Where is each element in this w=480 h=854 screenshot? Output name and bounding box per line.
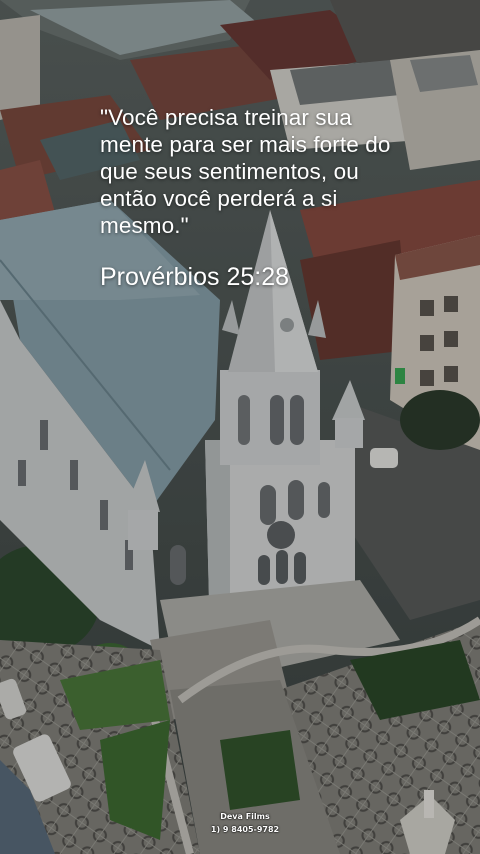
watermark-phone: 1) 9 8405-9782 (210, 825, 280, 834)
watermark-name: Deva Films (220, 812, 270, 821)
quote-text: "Você precisa treinar sua mente para ser… (100, 105, 391, 238)
quote-reference: Provérbios 25:28 (100, 263, 290, 291)
watermark: Deva Films 1) 9 8405-9782 (200, 812, 290, 835)
